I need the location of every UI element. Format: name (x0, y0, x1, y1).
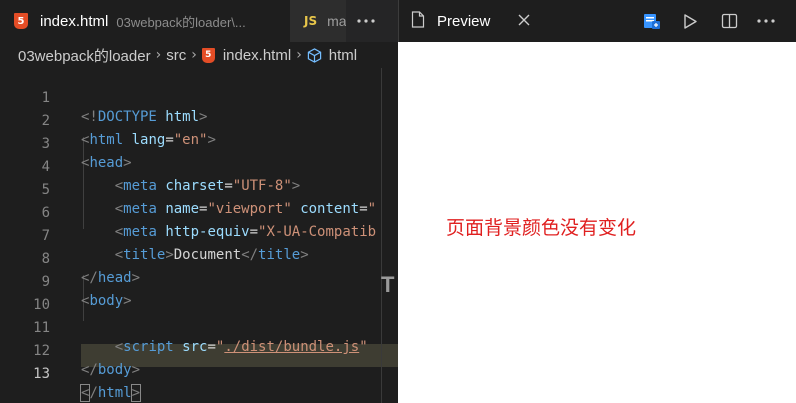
scrollbar-track[interactable] (381, 68, 382, 403)
html5-icon: 5 (14, 13, 28, 29)
close-icon[interactable] (517, 12, 531, 31)
preview-tab-bar: Preview (398, 0, 796, 42)
breadcrumb-symbol[interactable]: html (329, 47, 357, 64)
more-actions-icon[interactable] (346, 0, 386, 42)
tab-title: index.html (40, 12, 109, 30)
file-icon (411, 10, 425, 32)
code-line: 5 <meta name="viewport" content=" (0, 160, 398, 217)
breadcrumb: 03webpack的loader › src › 5 index.html › … (0, 42, 398, 68)
code-line: 3 <head> (0, 114, 398, 171)
chevron-right-icon: › (191, 47, 197, 63)
preview-pane: Preview 页面背景颜色没有变化 (398, 0, 796, 403)
chevron-right-icon: › (296, 47, 302, 63)
code-text: </html> (79, 384, 142, 402)
overlay-glyph: T (381, 272, 395, 297)
code-line: 1 <!DOCTYPE html> (0, 68, 398, 125)
js-icon: JS (304, 14, 318, 28)
code-line: 7 <title>Document</title> (0, 206, 398, 263)
run-icon[interactable] (680, 11, 700, 31)
code-line: 6 <meta http-equiv="X-UA-Compatib (0, 183, 398, 240)
tab-preview[interactable]: Preview (399, 0, 543, 42)
tab-description: 03webpack的loader\... (116, 14, 246, 30)
editor-pane: 5 index.html 03webpack的loader\... JS ma … (0, 0, 398, 403)
more-actions-icon[interactable] (756, 11, 776, 31)
code-line: 8 </head> (0, 229, 398, 286)
editor-tab-bar: 5 index.html 03webpack的loader\... JS ma (0, 0, 398, 42)
tab-index-html[interactable]: 5 index.html 03webpack的loader\... (0, 0, 290, 42)
tab-main-js[interactable]: JS ma (290, 0, 346, 42)
breadcrumb-folder[interactable]: 03webpack的loader (18, 45, 151, 66)
html5-icon: 5 (201, 47, 215, 63)
code-line: 12 </body> (0, 321, 398, 378)
code-line: 10 (0, 275, 398, 313)
tag-name: html (97, 385, 132, 401)
preview-message: 页面背景颜色没有变化 (446, 217, 637, 239)
tab-title: ma (327, 13, 346, 29)
cube-icon (307, 47, 322, 63)
preview-content: 页面背景颜色没有变化 (398, 42, 796, 403)
breadcrumb-src[interactable]: src (166, 47, 186, 64)
open-in-browser-icon[interactable] (642, 11, 662, 31)
code-area[interactable]: 1 <!DOCTYPE html> 2 <html lang="en"> 3 <… (0, 68, 398, 403)
breadcrumb-file[interactable]: index.html (223, 47, 291, 64)
code-line: 2 <html lang="en"> (0, 91, 398, 148)
line-number: 13 (33, 366, 50, 382)
split-editor-icon[interactable] (719, 11, 739, 31)
tab-title: Preview (437, 12, 491, 30)
bracket-match: > (130, 384, 142, 402)
code-line: 13 </html> (0, 344, 398, 402)
code-line: 4 <meta charset="UTF-8"> (0, 137, 398, 194)
code-line: 9 <body> (0, 252, 398, 309)
chevron-right-icon: › (155, 47, 162, 63)
code-line: 11 <script src="./dist/bundle.js" (0, 298, 398, 355)
